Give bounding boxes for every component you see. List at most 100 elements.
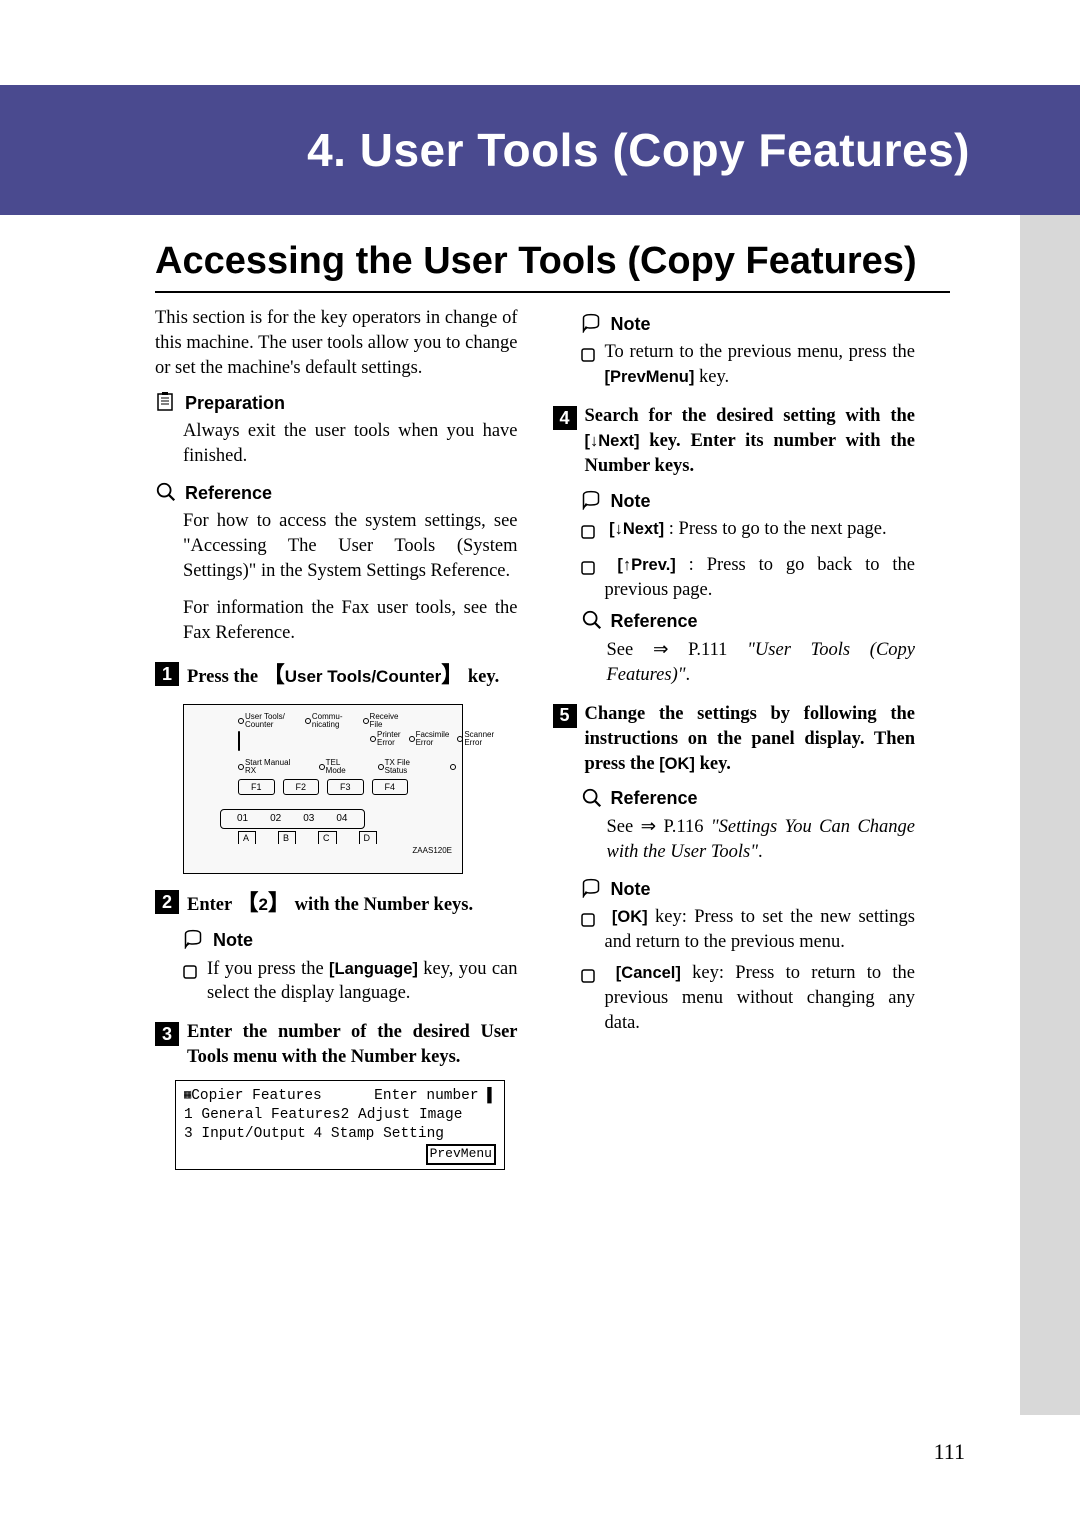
letter-a: A <box>238 831 256 844</box>
note3-prefix: To return to the previous menu, press th… <box>605 342 916 362</box>
preparation-body: Always exit the user tools when you have… <box>183 419 518 469</box>
note-label-3: Note <box>611 312 651 336</box>
bullet-icon <box>183 962 197 987</box>
next-key-inline: [↓Next] <box>609 520 664 538</box>
step2-suffix: with the Number keys. <box>290 895 473 915</box>
chapter-banner: 4. User Tools (Copy Features) <box>0 85 1080 215</box>
reference-body-5: See ⇒ P.116 "Settings You Can Change wit… <box>607 815 916 865</box>
note-icon <box>183 929 205 951</box>
receive-indicator: Receive File <box>363 713 399 729</box>
bullet-icon <box>581 966 595 991</box>
letter-keys: A B C D <box>238 831 456 844</box>
note-label-4: Note <box>611 489 651 513</box>
prevmenu-key: [PrevMenu] <box>605 368 695 386</box>
diagram-code: ZAAS120E <box>190 846 452 857</box>
note-5-bullet-ok: [OK] key: Press to set the new settings … <box>581 905 916 955</box>
reference-body-4: See ⇒ P.111 "User Tools (Copy Features)"… <box>607 638 916 688</box>
num-03: 03 <box>303 812 314 826</box>
reference-label-4: Reference <box>611 609 698 633</box>
panel-diagram: User Tools/ Counter Commu- nicating Rece… <box>183 704 463 874</box>
preparation-icon <box>155 392 177 414</box>
bullet-icon <box>581 558 595 583</box>
bullet-icon <box>581 345 595 370</box>
bullet-icon <box>581 522 595 547</box>
reference-label-1: Reference <box>185 481 272 505</box>
step2-prefix: Enter <box>187 895 237 915</box>
reference-icon <box>581 609 605 633</box>
step-number-5: 5 <box>553 704 577 728</box>
key-bracket-open-2: 【 <box>237 890 259 915</box>
num-02: 02 <box>270 812 281 826</box>
note-4-bullet-next: [↓Next] : Press to go to the next page. <box>581 517 916 547</box>
note-3-body: To return to the previous menu, press th… <box>605 340 916 390</box>
number-2-key: 2 <box>259 895 268 914</box>
step-4-text: Search for the desired setting with the … <box>585 404 916 479</box>
lcd-item-1: 1 General Features <box>184 1106 341 1125</box>
reference-body-1b: For information the Fax user tools, see … <box>183 596 518 646</box>
ok-key-inline: [OK] <box>612 908 648 926</box>
num-keys: 01 02 03 04 <box>220 809 365 829</box>
note-2-body: If you press the [Language] key, you can… <box>207 957 518 1007</box>
section-title: Accessing the User Tools (Copy Features) <box>155 240 950 293</box>
note-heading-2: Note <box>183 928 518 952</box>
lcd-item-4: 4 Stamp Setting <box>313 1125 444 1144</box>
f2-key: F2 <box>283 779 320 795</box>
note-4-bullet-prev: [↑Prev.] : Press to go back to the previ… <box>581 553 916 603</box>
prev-key-inline: [↑Prev.] <box>617 556 675 574</box>
note-3-bullet: To return to the previous menu, press th… <box>581 340 916 390</box>
reference-heading-5: Reference <box>581 786 916 810</box>
note-heading-3: Note <box>581 312 916 336</box>
note-2-bullet: If you press the [Language] key, you can… <box>183 957 518 1007</box>
step5-suffix: key. <box>695 754 731 774</box>
note-4-next-body: [↓Next] : Press to go to the next page. <box>605 517 916 542</box>
ref5-prefix: See ⇒ P.116 <box>607 817 711 837</box>
reference-heading-1: Reference <box>155 481 518 505</box>
left-column: This section is for the key operators in… <box>155 306 518 1182</box>
indicator-row-2: Printer Error Facsimile Error Scanner Er… <box>370 731 494 747</box>
note-icon <box>581 313 603 335</box>
ok-key: [OK] <box>659 755 695 773</box>
note-5-ok-body: [OK] key: Press to set the new settings … <box>605 905 916 955</box>
prevmenu-button: PrevMenu <box>426 1144 496 1165</box>
note3-suffix: key. <box>694 367 729 387</box>
lcd-row-1: ▦Copier Features Enter number ▌ <box>184 1087 496 1106</box>
reference-body-1a: For how to access the system settings, s… <box>183 509 518 584</box>
reference-icon <box>581 787 605 811</box>
reference-heading-4: Reference <box>581 609 916 633</box>
lcd-prompt: Enter number <box>374 1088 478 1104</box>
step-5: 5 Change the settings by following the i… <box>553 702 916 777</box>
step-5-text: Change the settings by following the ins… <box>585 702 916 777</box>
intro-text: This section is for the key operators in… <box>155 306 518 381</box>
num-04: 04 <box>336 812 347 826</box>
step4-prefix: Search for the desired setting with the <box>585 406 916 426</box>
page-number: 111 <box>934 1439 965 1465</box>
key-bracket-close-2: 】 <box>268 890 290 915</box>
note-heading-4: Note <box>581 489 916 513</box>
scanner-error-indicator: Scanner Error <box>457 731 494 747</box>
step1-prefix: Press the <box>187 667 263 687</box>
f4-key: F4 <box>372 779 409 795</box>
chapter-title: 4. User Tools (Copy Features) <box>307 123 970 177</box>
note4-next-text: : Press to go to the next page. <box>664 519 886 539</box>
indicator-row-1: User Tools/ Counter Commu- nicating Rece… <box>238 713 456 729</box>
lcd-title: Copier Features <box>191 1088 322 1104</box>
note-icon <box>581 878 603 900</box>
user-tools-key: User Tools/Counter <box>285 667 441 686</box>
step-number-2: 2 <box>155 890 179 914</box>
note5-ok-text: key: Press to set the new settings and r… <box>605 907 916 952</box>
function-keys: F1 F2 F3 F4 <box>238 779 456 795</box>
lcd-item-3: 3 Input/Output <box>184 1125 306 1144</box>
letter-c: C <box>318 831 337 844</box>
bullet-icon <box>581 910 595 935</box>
usertools-indicator: User Tools/ Counter <box>238 713 285 729</box>
ref5-suffix: . <box>758 842 763 862</box>
display-rect <box>238 731 240 751</box>
commu-indicator: Commu- nicating <box>305 713 343 729</box>
note-label-2: Note <box>213 928 253 952</box>
lcd-row-3: 3 Input/Output 4 Stamp Setting <box>184 1125 496 1144</box>
step-3-text: Enter the number of the desired User Too… <box>187 1020 518 1070</box>
step-2-text: Enter 【2】 with the Number keys. <box>187 888 473 918</box>
note-5-cancel-body: [Cancel] key: Press to return to the pre… <box>605 961 916 1036</box>
lcd-display: ▦Copier Features Enter number ▌ 1 Genera… <box>175 1080 505 1170</box>
fax-error-indicator: Facsimile Error <box>409 731 450 747</box>
